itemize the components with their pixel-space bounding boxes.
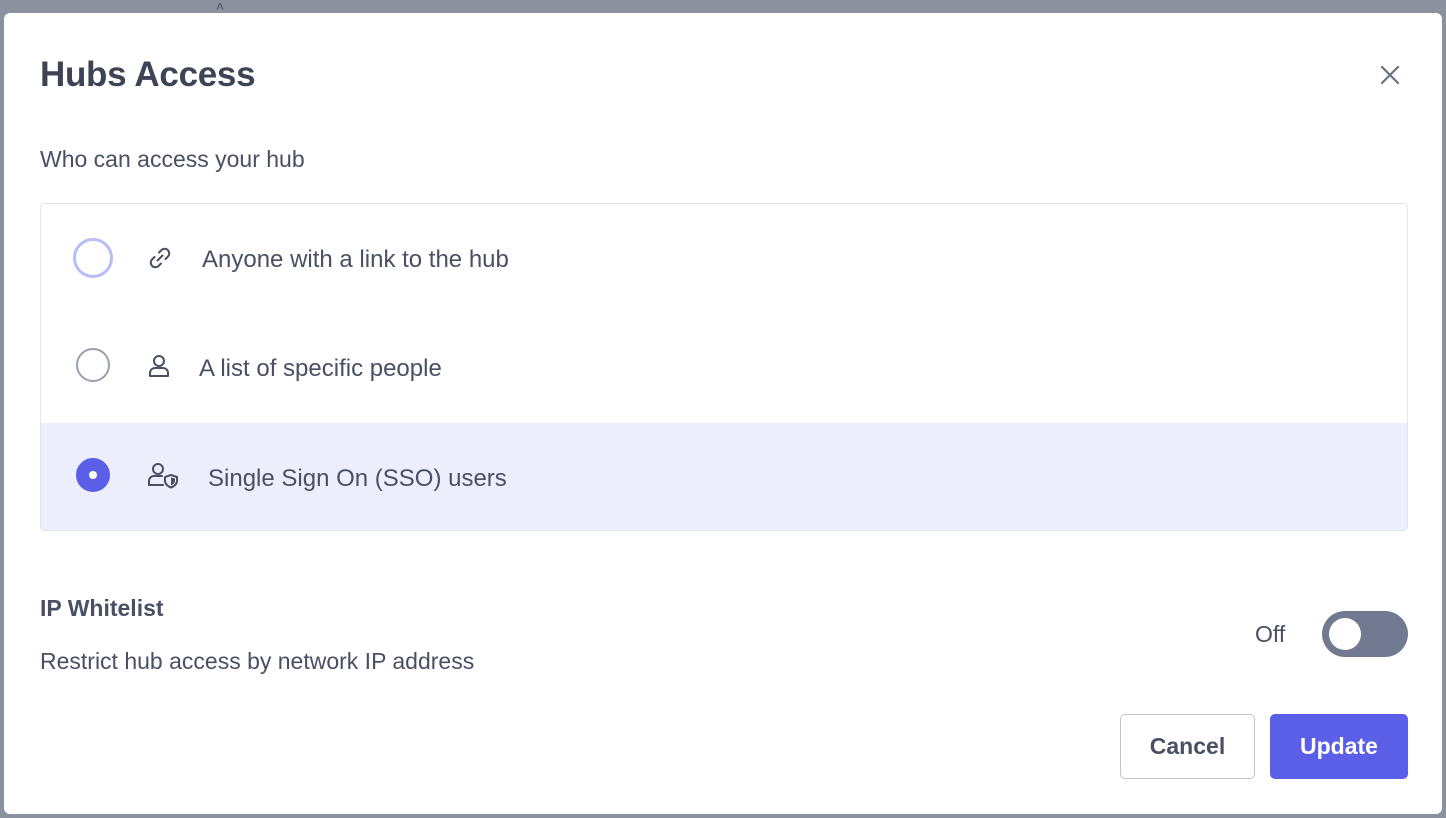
user-shield-icon xyxy=(148,463,178,489)
radio-sso[interactable] xyxy=(76,458,110,492)
access-heading: Who can access your hub xyxy=(40,146,305,172)
access-options: Anyone with a link to the hub A list of … xyxy=(40,203,1408,531)
close-button[interactable] xyxy=(1374,59,1406,91)
access-option-sso[interactable]: Single Sign On (SSO) users xyxy=(41,423,1407,530)
radio-link[interactable] xyxy=(73,238,113,278)
ip-whitelist-toggle-state: Off xyxy=(1255,621,1286,647)
ip-whitelist-description: Restrict hub access by network IP addres… xyxy=(40,648,475,674)
toggle-knob xyxy=(1329,618,1361,650)
hubs-access-modal: Hubs Access Who can access your hub Anyo… xyxy=(4,13,1442,814)
access-option-label: A list of specific people xyxy=(199,355,442,382)
close-icon xyxy=(1380,65,1400,85)
ip-whitelist-toggle[interactable] xyxy=(1322,611,1408,657)
update-button[interactable]: Update xyxy=(1270,714,1408,779)
link-icon xyxy=(149,247,171,269)
radio-people[interactable] xyxy=(76,348,110,382)
cancel-button[interactable]: Cancel xyxy=(1120,714,1255,779)
access-option-label: Single Sign On (SSO) users xyxy=(208,465,507,492)
user-icon xyxy=(149,355,169,377)
access-option-people[interactable]: A list of specific people xyxy=(41,314,1407,422)
ip-whitelist-title: IP Whitelist xyxy=(40,595,164,621)
modal-title: Hubs Access xyxy=(40,55,256,94)
access-option-label: Anyone with a link to the hub xyxy=(202,246,509,273)
backdrop-fragment: ˄ xyxy=(216,0,225,14)
access-option-link[interactable]: Anyone with a link to the hub xyxy=(41,204,1407,312)
